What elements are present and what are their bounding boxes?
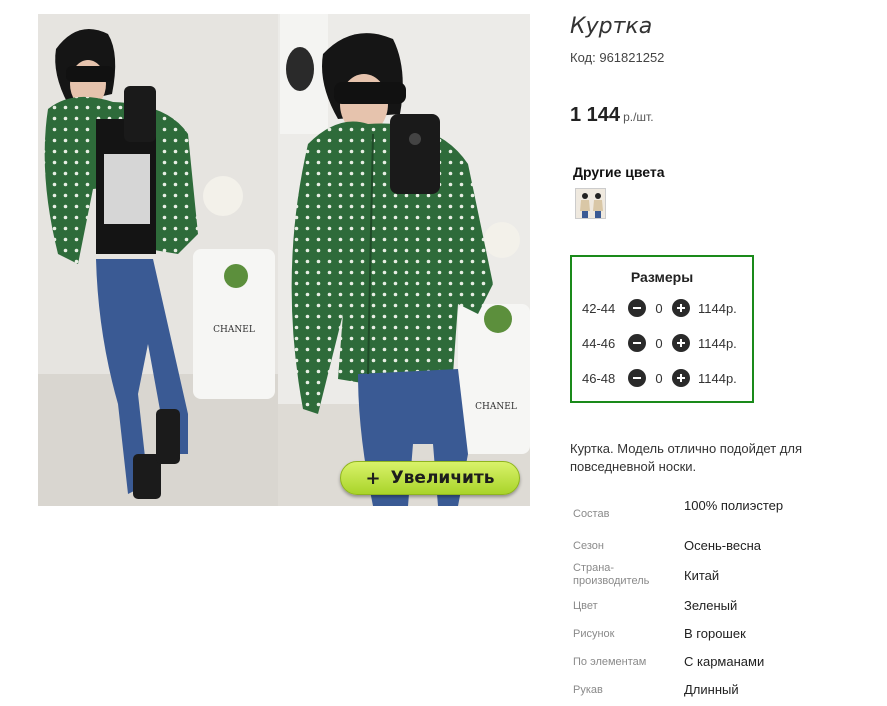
size-label: 42-44 (582, 300, 616, 316)
color-variant-image (576, 189, 605, 218)
property-key: Рисунок (573, 628, 615, 640)
color-variant-thumbnail[interactable] (575, 188, 606, 219)
size-row: 46-48 0 1144р. (582, 368, 737, 388)
property-key: Сезон (573, 540, 604, 552)
size-price: 1144р. (698, 370, 737, 386)
property-key: Страна-производитель (573, 562, 650, 587)
size-row: 44-46 0 1144р. (582, 333, 737, 353)
minus-button[interactable] (628, 299, 646, 317)
property-key: По элементам (573, 656, 647, 668)
property-value: 100% полиэстер (684, 498, 784, 513)
product-price: 1 144 р./шт. (570, 104, 654, 127)
property-value: Осень-весна (684, 538, 762, 553)
sizes-title: Размеры (630, 269, 694, 285)
size-quantity: 0 (655, 300, 663, 316)
minus-icon (633, 377, 641, 379)
svg-text:CHANEL: CHANEL (475, 402, 517, 412)
minus-icon (633, 307, 641, 309)
property-key: Рукав (573, 684, 603, 696)
price-unit: р./шт. (623, 110, 654, 124)
plus-button[interactable] (672, 334, 690, 352)
plus-button[interactable] (672, 369, 690, 387)
plus-icon: + (365, 467, 381, 489)
product-description: Куртка. Модель отлично подойдет для повс… (570, 441, 803, 474)
other-colors-title: Другие цвета (573, 164, 665, 180)
zoom-button[interactable]: + Увеличить (340, 461, 520, 495)
plus-icon (677, 374, 685, 382)
product-code: Код: 961821252 (570, 50, 664, 65)
property-value: Зеленый (684, 598, 738, 613)
size-price: 1144р. (698, 335, 737, 351)
zoom-button-label: Увеличить (390, 468, 495, 488)
plus-button[interactable] (672, 299, 690, 317)
sizes-box: Размеры 42-44 0 1144р. 44-46 0 1144р. 46… (570, 255, 754, 403)
size-price: 1144р. (698, 300, 737, 316)
property-key: Состав (573, 508, 610, 520)
minus-button[interactable] (628, 369, 646, 387)
minus-icon (633, 342, 641, 344)
property-value: В горошек (684, 626, 746, 641)
svg-text:CHANEL: CHANEL (213, 325, 255, 335)
property-value: Длинный (684, 682, 739, 697)
property-value: С карманами (684, 654, 765, 669)
size-label: 46-48 (582, 370, 616, 386)
product-title: Куртка (570, 14, 653, 39)
product-photo-image: CHANEL CHANEL (38, 14, 530, 506)
plus-icon (677, 304, 685, 312)
size-quantity: 0 (655, 335, 663, 351)
product-code-label: Код: (570, 50, 596, 65)
product-photo[interactable]: CHANEL CHANEL + Увеличить (38, 14, 530, 506)
property-key: Цвет (573, 600, 598, 612)
minus-button[interactable] (628, 334, 646, 352)
plus-icon (677, 339, 685, 347)
size-row: 42-44 0 1144р. (582, 298, 737, 318)
price-value: 1 144 (570, 104, 621, 126)
size-label: 44-46 (582, 335, 616, 351)
product-code-value: 961821252 (599, 50, 665, 65)
size-quantity: 0 (655, 370, 663, 386)
property-value: Китай (684, 568, 720, 583)
